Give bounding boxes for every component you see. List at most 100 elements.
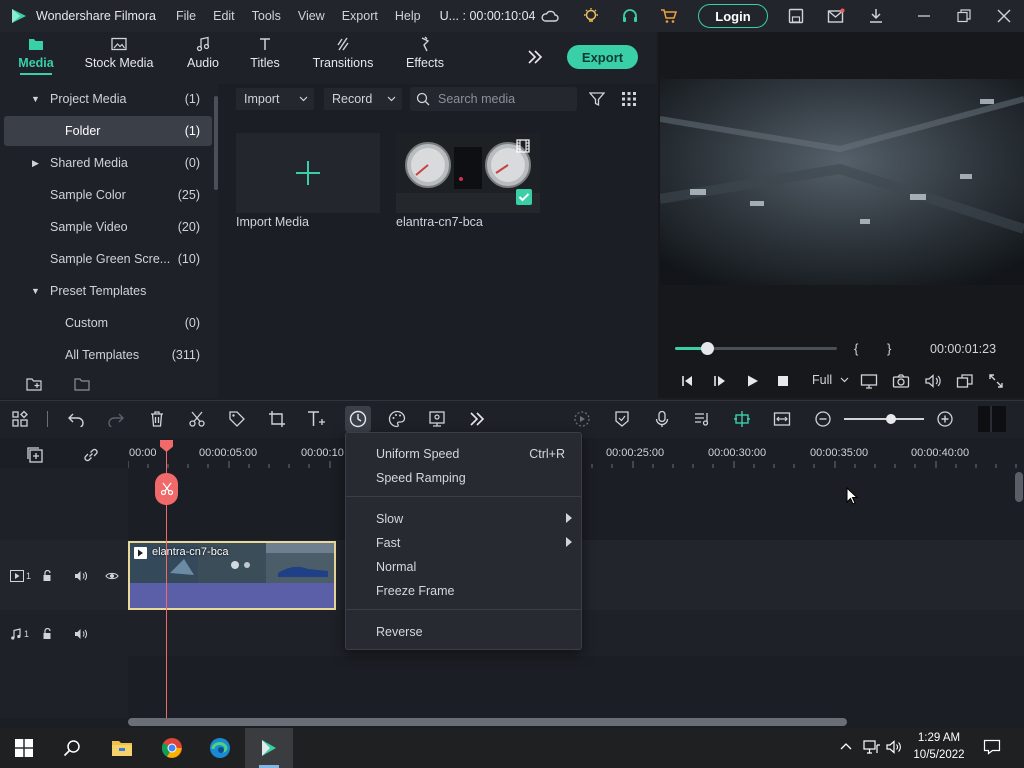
cart-icon[interactable] <box>659 6 679 26</box>
zoom-out-icon[interactable] <box>813 409 833 429</box>
crop-icon[interactable] <box>267 409 287 429</box>
filter-icon[interactable] <box>589 91 605 107</box>
record-dropdown[interactable]: Record <box>324 88 402 110</box>
edge-icon[interactable] <box>209 737 231 759</box>
snapshot-icon[interactable] <box>892 373 910 389</box>
stop-icon[interactable] <box>777 375 789 387</box>
restore-icon[interactable] <box>954 6 974 26</box>
more-tools-icon[interactable] <box>467 409 487 429</box>
fullscreen-icon[interactable] <box>988 373 1004 389</box>
sidebar-item-all-templates[interactable]: All Templates (311) <box>4 340 212 370</box>
tab-effects[interactable]: Effects <box>404 32 446 84</box>
search-input[interactable]: Search media <box>410 87 577 111</box>
lightbulb-icon[interactable] <box>581 6 601 26</box>
menu-tools[interactable]: Tools <box>252 9 281 23</box>
cloud-icon[interactable] <box>540 6 560 26</box>
menu-item-freeze-frame[interactable]: Freeze Frame <box>376 584 455 598</box>
lock-icon[interactable] <box>42 570 54 582</box>
timeline-scrollbar[interactable] <box>128 718 847 726</box>
new-folder-icon[interactable] <box>26 377 42 393</box>
add-track-icon[interactable] <box>26 446 44 464</box>
play-icon[interactable] <box>745 374 759 388</box>
timeline-vertical-scrollbar[interactable] <box>1015 472 1023 502</box>
mute-icon[interactable] <box>74 628 88 640</box>
quality-dropdown[interactable]: Full <box>812 373 849 387</box>
menu-item-reverse[interactable]: Reverse <box>376 625 423 639</box>
menu-item-slow[interactable]: Slow <box>376 512 403 526</box>
visibility-icon[interactable] <box>105 571 119 581</box>
expand-down-icon[interactable]: ▼ <box>31 94 40 104</box>
tab-transitions[interactable]: Transitions <box>312 32 374 84</box>
zoom-in-icon[interactable] <box>935 409 955 429</box>
tab-stock-media[interactable]: Stock Media <box>84 32 154 84</box>
layout-icon[interactable] <box>10 409 30 429</box>
expand-right-icon[interactable]: ▶ <box>32 158 39 169</box>
sidebar-item-sample-green-screen[interactable]: Sample Green Scre... (10) <box>4 244 212 274</box>
sidebar-item-sample-video[interactable]: Sample Video (20) <box>4 212 212 242</box>
zoom-slider-knob[interactable] <box>886 414 896 424</box>
step-forward-icon[interactable] <box>712 374 726 388</box>
tray-chevron-up-icon[interactable] <box>840 741 852 751</box>
import-media-tile[interactable] <box>236 133 380 213</box>
sidebar-scrollbar[interactable] <box>214 96 218 190</box>
minimize-icon[interactable] <box>914 6 934 26</box>
tab-titles[interactable]: Titles <box>248 32 282 84</box>
folder-outline-icon[interactable] <box>74 377 90 393</box>
audio-mixer-icon[interactable] <box>692 409 712 429</box>
cut-icon[interactable] <box>187 409 207 429</box>
redo-icon[interactable] <box>106 409 126 429</box>
check-icon[interactable] <box>516 189 532 205</box>
close-icon[interactable] <box>994 6 1014 26</box>
menu-export[interactable]: Export <box>342 9 378 23</box>
color-palette-icon[interactable] <box>387 409 407 429</box>
mark-out-icon[interactable]: } <box>887 341 891 356</box>
windows-start-icon[interactable] <box>15 739 33 757</box>
notifications-icon[interactable] <box>983 739 1001 755</box>
headset-icon[interactable] <box>620 6 640 26</box>
mark-in-icon[interactable]: { <box>854 341 858 356</box>
sidebar-item-preset-templates[interactable]: ▼ Preset Templates <box>4 276 212 306</box>
media-clip-thumbnail[interactable] <box>396 133 540 213</box>
preview-progress-track[interactable] <box>675 347 837 350</box>
download-icon[interactable] <box>866 6 886 26</box>
import-dropdown[interactable]: Import <box>236 88 314 110</box>
chrome-icon[interactable] <box>161 737 183 759</box>
link-icon[interactable] <box>82 446 100 464</box>
menu-edit[interactable]: Edit <box>213 9 235 23</box>
menu-file[interactable]: File <box>176 9 196 23</box>
snap-icon[interactable] <box>732 409 752 429</box>
lock-icon[interactable] <box>42 628 54 640</box>
export-button[interactable]: Export <box>567 45 638 69</box>
sidebar-item-shared-media[interactable]: ▶ Shared Media (0) <box>4 148 212 178</box>
display-icon[interactable] <box>860 373 878 389</box>
menu-view[interactable]: View <box>298 9 325 23</box>
zoom-slider-track[interactable] <box>844 418 924 420</box>
menu-item-fast[interactable]: Fast <box>376 536 400 550</box>
clock-time[interactable]: 1:29 AM <box>916 732 962 744</box>
tab-audio[interactable]: Audio <box>184 32 222 84</box>
menu-item-uniform-speed[interactable]: Uniform Speed <box>376 447 459 461</box>
more-tabs-icon[interactable] <box>526 48 544 66</box>
fit-timeline-icon[interactable] <box>772 409 792 429</box>
panel-toggle-icon[interactable] <box>978 406 1006 432</box>
green-screen-icon[interactable] <box>427 409 447 429</box>
pip-icon[interactable] <box>956 373 974 389</box>
marker-icon[interactable] <box>612 409 632 429</box>
sidebar-item-sample-color[interactable]: Sample Color (25) <box>4 180 212 210</box>
undo-icon[interactable] <box>66 409 86 429</box>
sidebar-item-folder[interactable]: Folder (1) <box>4 116 212 146</box>
login-button[interactable]: Login <box>698 4 768 28</box>
taskbar-search-icon[interactable] <box>63 739 81 757</box>
tag-icon[interactable] <box>227 409 247 429</box>
expand-down-icon[interactable]: ▼ <box>31 286 40 296</box>
sidebar-item-project-media[interactable]: ▼ Project Media (1) <box>4 84 212 114</box>
file-explorer-icon[interactable] <box>111 738 133 758</box>
grid-view-icon[interactable] <box>621 91 637 107</box>
tab-media[interactable]: Media <box>18 32 54 84</box>
menu-help[interactable]: Help <box>395 9 421 23</box>
volume-icon[interactable] <box>924 373 942 389</box>
mute-icon[interactable] <box>74 570 88 582</box>
split-scissors-icon[interactable] <box>155 473 178 505</box>
menu-item-speed-ramping[interactable]: Speed Ramping <box>376 471 466 485</box>
add-text-icon[interactable] <box>307 409 327 429</box>
